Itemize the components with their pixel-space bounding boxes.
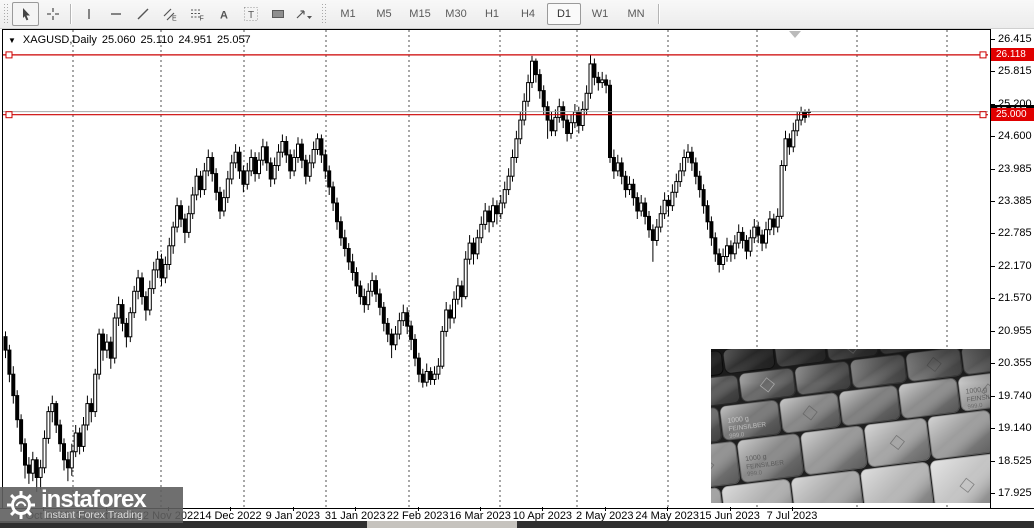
vertical-line-tool[interactable] [75,2,102,26]
level-line-right-handle[interactable] [979,111,987,119]
chart-open-value: 25.060 [101,34,136,46]
timeframe-button-m1[interactable]: M1 [331,3,365,25]
level-line-left-handle[interactable] [5,51,13,59]
timeframe-button-w1[interactable]: W1 [583,3,617,25]
chart-close-value: 25.057 [217,34,251,46]
crosshair-tool[interactable] [39,2,66,26]
instaforex-gear-logo-icon [7,491,35,519]
timeframe-button-h4[interactable]: H4 [511,3,545,25]
svg-text:F: F [199,16,203,22]
price-axis[interactable]: 26.415 25.815 25.200 24.600 23.985 23.385 22.7… [990,29,1034,508]
price-axis-label: 25.815 [998,65,1032,78]
silver-bars-photo: 1000 g FEINSILBER 999.0 1000 g FEINSILBER 999… [711,349,990,503]
chart-high-value: 25.110 [140,34,174,46]
candlestick-series [3,54,811,492]
chart-symbol-period: XAGUSD,Daily [22,34,97,46]
chart-title: ▼ XAGUSD,Daily 25.060 25.110 24.951 25.0… [8,34,251,46]
svg-text:E: E [172,16,177,22]
level-price-badge: 26.118 [991,48,1034,62]
timeframe-button-m30[interactable]: M30 [439,3,473,25]
chart-low-value: 24.951 [178,34,213,46]
watermark-text: instaforex Instant Forex Trading [41,486,147,521]
toolbar-separator [70,4,71,24]
chart-shift-marker-icon[interactable] [789,31,801,38]
trendline-tool[interactable] [129,2,156,26]
price-axis-label: 18.525 [998,455,1032,468]
timeframe-button-m5[interactable]: M5 [367,3,401,25]
instaforex-watermark: instaforex Instant Forex Trading [0,487,183,523]
level-line-right-handle[interactable] [979,51,987,59]
rectangle-tool[interactable] [264,2,291,26]
price-axis-label: 26.415 [998,33,1032,45]
timeframe-group: M1 M5 M15 M30 H1 H4 D1 W1 MN [330,3,654,25]
level-price-badge: 25.000 [991,108,1034,122]
price-axis-label: 19.140 [998,422,1032,435]
timeframe-button-mn[interactable]: MN [619,3,653,25]
text-label-tool[interactable]: T [237,2,264,26]
level-line-left-handle[interactable] [5,111,13,119]
timeframe-toolbar-drag-handle[interactable] [321,4,327,24]
price-axis-label: 23.385 [998,195,1032,208]
equidistant-channel-tool[interactable]: E [156,2,183,26]
timeframe-button-h1[interactable]: H1 [475,3,509,25]
cursor-tool[interactable] [12,2,39,26]
toolbar-separator [658,4,659,24]
toolbar: E F A T M1 M5 M15 M30 H1 H4 D1 W1 MN [0,0,1034,29]
price-axis-label: 20.955 [998,325,1032,338]
svg-text:T: T [248,10,254,21]
price-axis-label: 22.170 [998,260,1032,273]
price-axis-border [990,29,991,509]
timeframe-button-m15[interactable]: M15 [403,3,437,25]
price-axis-label: 21.570 [998,292,1032,305]
price-axis-label: 19.740 [998,390,1032,403]
svg-text:A: A [220,10,228,22]
drawing-tools-group: EFAT [12,2,318,26]
toolbar-drag-handle[interactable] [3,4,9,24]
text-tool[interactable]: A [210,2,237,26]
trading-platform-window: E F A T M1 M5 M15 M30 H1 H4 D1 W1 MN ▼ XAGUSD,Daily… [0,0,1034,528]
fibonacci-tool[interactable]: F [183,2,210,26]
arrows-tool[interactable] [291,2,318,26]
price-axis-label: 20.355 [998,357,1032,370]
price-axis-label: 23.985 [998,163,1032,175]
horizontal-line-tool[interactable] [102,2,129,26]
price-axis-label: 17.925 [998,487,1032,500]
watermark-brand: instaforex [41,486,147,513]
price-axis-label: 24.600 [998,130,1032,143]
watermark-tagline: Instant Forex Trading [43,509,143,521]
bottom-edge-light-segment [367,521,517,528]
symbol-dropdown-icon[interactable]: ▼ [8,36,16,45]
price-axis-label: 22.785 [998,227,1032,240]
timeframe-button-d1[interactable]: D1 [547,3,581,25]
